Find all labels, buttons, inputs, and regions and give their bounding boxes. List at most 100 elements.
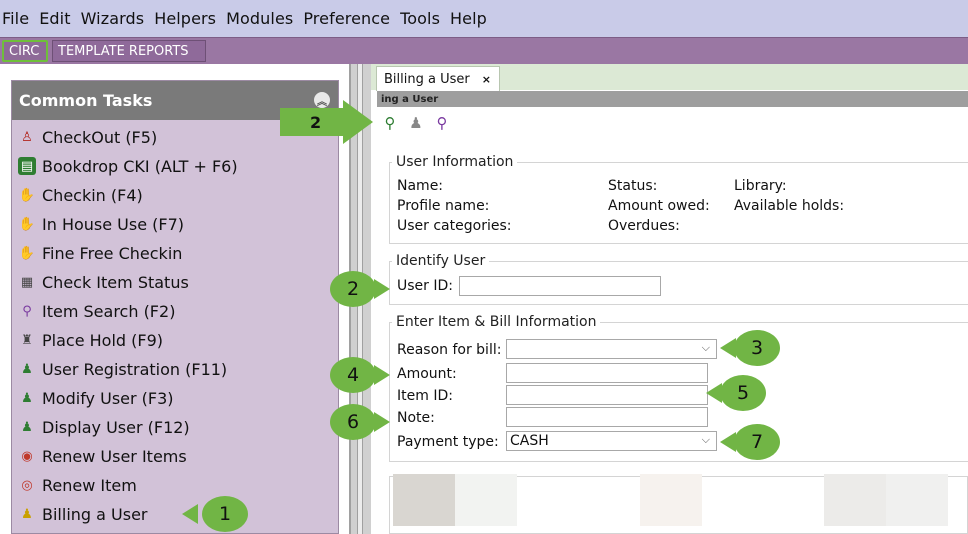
callout-2-user-id: 2: [330, 271, 376, 307]
menu-preference[interactable]: Preference: [303, 9, 390, 28]
amount-input[interactable]: [506, 363, 708, 383]
menu-tools[interactable]: Tools: [400, 9, 440, 28]
menu-modules[interactable]: Modules: [226, 9, 293, 28]
window-title: ing a User: [381, 93, 439, 105]
callout-1: 1: [202, 496, 248, 532]
menu-help[interactable]: Help: [450, 9, 487, 28]
task-label: Billing a User: [42, 504, 148, 524]
module-tab-template-reports[interactable]: TEMPLATE REPORTS: [52, 40, 206, 62]
item-status-icon: ▦: [20, 274, 34, 290]
task-label: Renew Item: [42, 475, 137, 495]
redacted-block: [824, 474, 886, 526]
billing-user-icon: ♟: [21, 506, 33, 522]
payment-type-value: CASH: [510, 433, 549, 449]
payment-type-label: Payment type:: [397, 434, 499, 450]
task-label: Item Search (F2): [42, 301, 176, 321]
menu-edit[interactable]: Edit: [39, 9, 70, 28]
amount-label: Amount:: [397, 366, 457, 382]
library-label: Library:: [734, 178, 787, 194]
payment-type-select[interactable]: CASH ⌵: [506, 431, 717, 451]
callout-4: 4: [330, 357, 376, 393]
task-display-user[interactable]: ♟ Display User (F12): [18, 414, 190, 440]
tab-label: Billing a User: [384, 71, 470, 87]
checkin-icon: ✋: [18, 187, 36, 203]
task-label: Checkin (F4): [42, 185, 143, 205]
task-modify-user[interactable]: ♟ Modify User (F3): [18, 385, 174, 411]
task-fine-free-checkin[interactable]: ✋ Fine Free Checkin: [18, 240, 183, 266]
modify-user-icon: ♟: [21, 390, 33, 406]
task-in-house-use[interactable]: ✋ In House Use (F7): [18, 211, 184, 237]
toolbar: ⚲ ♟ ⚲: [380, 112, 452, 136]
user-icon[interactable]: ♟: [406, 112, 426, 134]
callout-1-arrow: [182, 504, 198, 524]
task-label: Fine Free Checkin: [42, 243, 183, 263]
window-title-bar: ing a User: [377, 91, 968, 107]
task-check-item-status[interactable]: ▦ Check Item Status: [18, 269, 189, 295]
redacted-block: [640, 474, 702, 526]
item-id-input[interactable]: [506, 385, 708, 405]
module-tab-circ[interactable]: CIRC: [2, 40, 48, 62]
place-hold-icon: ♜: [21, 332, 33, 348]
renew-item-icon: ◎: [21, 477, 33, 493]
task-user-registration[interactable]: ♟ User Registration (F11): [18, 356, 227, 382]
callout-5: 5: [720, 375, 766, 411]
task-label: CheckOut (F5): [42, 127, 158, 147]
redacted-block: [886, 474, 948, 526]
display-user-icon: ♟: [21, 419, 33, 435]
task-label: Place Hold (F9): [42, 330, 163, 350]
status-label: Status:: [608, 178, 658, 194]
callout-2-user-id-arrow: [374, 279, 390, 299]
menu-helpers[interactable]: Helpers: [154, 9, 216, 28]
task-checkin[interactable]: ✋ Checkin (F4): [18, 182, 143, 208]
callout-4-arrow: [374, 365, 390, 385]
amount-owed-label: Amount owed:: [608, 198, 710, 214]
available-holds-label: Available holds:: [734, 198, 845, 214]
in-house-use-icon: ✋: [18, 216, 36, 232]
callout-3-arrow: [720, 338, 736, 358]
task-label: Check Item Status: [42, 272, 189, 292]
task-label: Modify User (F3): [42, 388, 174, 408]
reason-for-bill-label: Reason for bill:: [397, 342, 502, 358]
callout-7-arrow: [720, 432, 736, 452]
callout-5-arrow: [706, 383, 722, 403]
user-id-input[interactable]: [459, 276, 661, 296]
collapse-icon[interactable]: ︽: [314, 92, 330, 108]
profile-name-label: Profile name:: [397, 198, 490, 214]
user-search-icon[interactable]: ⚲: [380, 112, 400, 134]
checkout-stamp-icon: ♙: [21, 129, 33, 145]
menu-wizards[interactable]: Wizards: [81, 9, 145, 28]
module-bar: CIRC TEMPLATE REPORTS: [0, 37, 968, 64]
tab-billing-a-user[interactable]: Billing a User ×: [376, 66, 500, 91]
item-id-label: Item ID:: [397, 388, 453, 404]
callout-2-toolbar-arrow: [343, 100, 373, 144]
task-renew-user-items[interactable]: ◉ Renew User Items: [18, 443, 186, 469]
task-billing-user[interactable]: ♟ Billing a User: [18, 501, 148, 527]
reason-for-bill-select[interactable]: ⌵: [506, 339, 717, 359]
task-bookdrop[interactable]: ▤ Bookdrop CKI (ALT + F6): [18, 153, 238, 179]
task-item-search[interactable]: ⚲ Item Search (F2): [18, 298, 175, 324]
name-label: Name:: [397, 178, 444, 194]
task-checkout[interactable]: ♙ CheckOut (F5): [18, 124, 157, 150]
redacted-block: [455, 474, 517, 526]
common-tasks-title: Common Tasks: [19, 91, 153, 110]
renew-user-items-icon: ◉: [21, 448, 33, 464]
item-search-icon: ⚲: [22, 303, 32, 319]
identify-user-legend: Identify User: [396, 253, 486, 269]
redacted-block: [393, 474, 455, 526]
close-icon[interactable]: ×: [482, 73, 491, 86]
item-search-icon[interactable]: ⚲: [432, 112, 452, 134]
callout-6: 6: [330, 404, 376, 440]
task-label: Display User (F12): [42, 417, 190, 437]
user-categories-label: User categories:: [397, 218, 512, 234]
task-label: Bookdrop CKI (ALT + F6): [42, 156, 238, 176]
fine-free-checkin-icon: ✋: [18, 245, 36, 261]
menu-file[interactable]: File: [2, 9, 29, 28]
note-input[interactable]: [506, 407, 708, 427]
bookdrop-icon: ▤: [18, 157, 36, 175]
task-place-hold[interactable]: ♜ Place Hold (F9): [18, 327, 163, 353]
callout-2-toolbar: 2: [280, 108, 344, 136]
chevron-down-icon: ⌵: [701, 433, 710, 446]
common-tasks-panel: Common Tasks ︽ ♙ CheckOut (F5) ▤ Bookdro…: [11, 80, 339, 534]
bill-information-legend: Enter Item & Bill Information: [396, 314, 597, 330]
task-renew-item[interactable]: ◎ Renew Item: [18, 472, 137, 498]
